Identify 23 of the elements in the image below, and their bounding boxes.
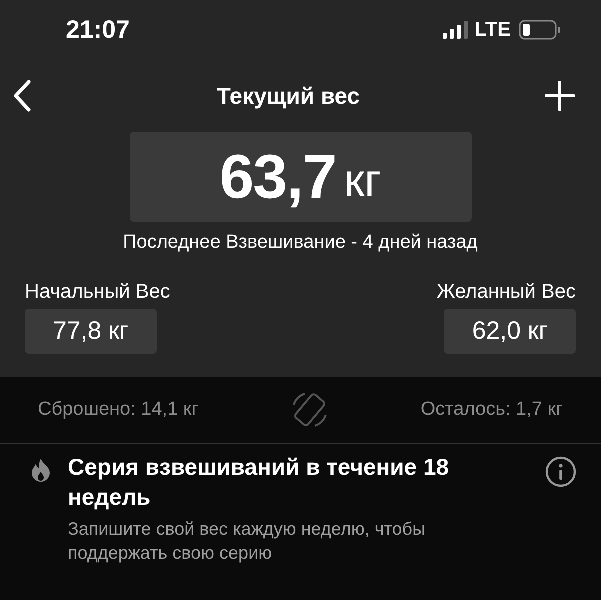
lost-weight-text: Сброшено: 14,1 кг — [38, 399, 199, 421]
signal-icon — [442, 21, 469, 39]
battery-icon — [519, 20, 561, 40]
weight-label: Начальный Вес — [25, 281, 170, 304]
weight-value: 62,0 кг — [444, 309, 576, 354]
add-button[interactable] — [544, 81, 575, 111]
flame-icon — [30, 458, 52, 482]
info-icon — [545, 456, 577, 488]
back-icon — [12, 80, 32, 112]
weight-value: 77,8 кг — [25, 309, 157, 354]
status-time: 21:07 — [66, 16, 130, 44]
screen-title: Текущий вес — [216, 82, 360, 110]
remaining-weight-text: Осталось: 1,7 кг — [420, 399, 563, 421]
network-label: LTE — [474, 18, 511, 42]
plus-icon — [544, 81, 575, 111]
weight-label: Желанный Вес — [436, 281, 576, 304]
back-button[interactable] — [12, 80, 32, 112]
info-button[interactable] — [545, 456, 577, 488]
current-weight: 63,7 — [220, 142, 336, 212]
weight-unit: кг — [344, 153, 382, 207]
streak-title: Серия взвешиваний в течение 18 недель — [68, 453, 450, 512]
streak-description: Запишите свой вес каждую неделю, чтобы поддержать свою серию — [68, 518, 427, 565]
last-weigh-in-text: Последнее Взвешивание - 4 дней назад — [122, 232, 479, 254]
